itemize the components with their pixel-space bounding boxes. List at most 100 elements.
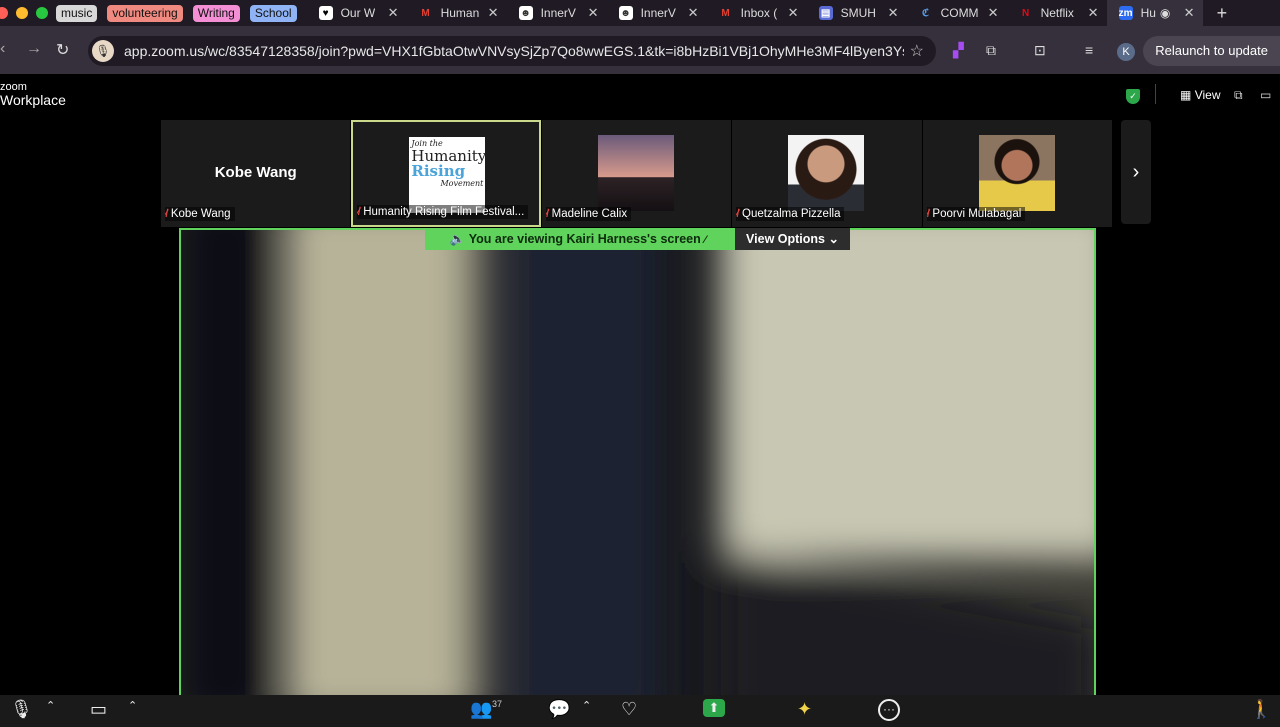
reload-icon[interactable]: ↻ (56, 40, 69, 60)
extension-icon[interactable]: ▞ (953, 42, 964, 59)
new-tab-button[interactable]: + (1217, 3, 1228, 24)
browser-tab[interactable]: M Human ✕ (407, 0, 507, 26)
participant-tile[interactable]: ⁄̸ Madeline Calix (541, 120, 732, 227)
close-window-button[interactable] (0, 7, 8, 19)
browser-tab[interactable]: ℭ COMM ✕ (907, 0, 1007, 26)
browser-tab[interactable]: ▤ SMUH ✕ (807, 0, 907, 26)
profile-avatar[interactable]: K (1117, 43, 1135, 61)
close-tab-icon[interactable]: ✕ (588, 5, 599, 21)
close-tab-icon[interactable]: ✕ (688, 5, 699, 21)
chat-icon[interactable]: 💬 (548, 699, 570, 720)
ai-companion-sparkle-icon[interactable]: ✦ (797, 699, 812, 720)
forms-icon: ▤ (818, 6, 833, 20)
grid-view-icon: ▦ (1180, 88, 1192, 102)
tab-group-chip[interactable]: music (56, 4, 98, 22)
reactions-heart-icon[interactable]: ♡ (621, 699, 637, 720)
picture-in-picture-icon[interactable]: ⧉ (1234, 88, 1243, 103)
security-shield-icon[interactable]: ✓ (1126, 89, 1140, 104)
participant-name: Quetzalma Pizzella (742, 208, 841, 220)
participant-name: Humanity Rising Film Festival... (363, 206, 525, 218)
participant-name: Madeline Calix (551, 208, 628, 220)
participant-label: ⁄̸ Quetzalma Pizzella (736, 207, 845, 221)
chevron-down-icon: ⌄ (828, 232, 839, 246)
leave-meeting-icon[interactable]: 🚶 (1250, 699, 1272, 720)
microphone-site-icon[interactable]: 🎙 (92, 40, 114, 62)
relaunch-button[interactable]: Relaunch to update (1143, 36, 1280, 66)
view-options-label: View Options (746, 232, 825, 246)
close-tab-icon[interactable]: ✕ (788, 5, 799, 21)
shared-screen (179, 228, 1096, 700)
forward-icon[interactable]: → (26, 40, 42, 58)
browser-tab[interactable]: M Inbox ( ✕ (707, 0, 807, 26)
tab-group-chip[interactable]: School (249, 4, 297, 22)
participant-tile[interactable]: ⁄̸ Poorvi Mulabagal (922, 120, 1112, 227)
close-tab-icon[interactable]: ✕ (488, 5, 499, 21)
video-options-caret-icon[interactable]: ⌃ (128, 699, 137, 712)
participant-label: ⁄̸ Kobe Wang (165, 207, 235, 221)
browser-tab[interactable]: zm Hu ◉ ✕ (1106, 0, 1203, 26)
close-tab-icon[interactable]: ✕ (388, 5, 399, 21)
logo-line: Rising (411, 162, 466, 180)
participant-thumbnail (597, 135, 674, 211)
share-screen-icon[interactable]: ⬆ (703, 699, 725, 717)
muted-mic-icon: ⁄̸ (165, 208, 167, 220)
browser-toolbar: ‹ → ↻ 🎙 app.zoom.us/wc/83547128358/join?… (0, 26, 1280, 74)
fullscreen-icon[interactable]: ▭ (1260, 88, 1271, 102)
browser-tab-title: Inbox ( (740, 6, 778, 20)
browser-tab-title: Our W (340, 6, 376, 20)
participant-label: ⁄̸ Poorvi Mulabagal (926, 207, 1026, 221)
microphone-icon[interactable]: 🎙 (10, 699, 33, 720)
gmail-icon: M (721, 7, 730, 19)
gmail-icon: M (421, 7, 430, 19)
browser-tab-title: COMM (940, 6, 979, 20)
innerv-icon: ☻ (618, 6, 633, 20)
muted-mic-icon: ⁄̸ (926, 208, 929, 220)
zoom-icon: zm (1118, 6, 1133, 20)
media-controls-icon[interactable]: ≡ (1085, 42, 1093, 58)
view-button[interactable]: ▦ View (1180, 88, 1220, 102)
back-icon[interactable]: ‹ (0, 40, 5, 58)
chat-options-caret-icon[interactable]: ⌃ (582, 699, 591, 712)
audio-options-caret-icon[interactable]: ⌃ (46, 699, 55, 712)
minimize-window-button[interactable] (16, 7, 28, 19)
close-tab-icon[interactable]: ✕ (1184, 5, 1195, 21)
browser-tab-title: InnerV (640, 6, 676, 20)
video-off-icon[interactable]: ▭ (90, 699, 107, 720)
participant-thumbnail (978, 135, 1055, 211)
browser-tab[interactable]: ☻ InnerV ✕ (607, 0, 707, 26)
browser-tab-title: Netflix (1040, 6, 1074, 20)
extensions-puzzle-icon[interactable]: ⧉ (986, 42, 996, 59)
header-divider (1155, 84, 1156, 104)
address-bar[interactable]: 🎙 app.zoom.us/wc/83547128358/join?pwd=VH… (88, 36, 936, 66)
bookmark-star-icon[interactable]: ☆ (910, 41, 924, 61)
browser-tab[interactable]: ☻ InnerV ✕ (507, 0, 607, 26)
screen-share-banner: 🔈 You are viewing Kairi Harness's screen… (425, 228, 735, 250)
muted-mic-icon: ⁄ (704, 234, 707, 246)
close-tab-icon[interactable]: ✕ (1088, 5, 1099, 21)
participants-count: 37 (492, 699, 503, 709)
participants-icon[interactable]: 👥 (470, 699, 492, 720)
participant-big-name: Kobe Wang (214, 164, 297, 181)
zoom-header: zoom Workplace ✓ ▦ View ⧉ ▭ (0, 74, 1280, 120)
browser-tab[interactable]: N Netflix ✕ (1007, 0, 1107, 26)
tab-group-chip[interactable]: volunteering (107, 4, 183, 22)
more-options-icon[interactable]: ··· (878, 699, 900, 721)
browser-tab-title: Human (440, 6, 479, 20)
maximize-window-button[interactable] (36, 7, 48, 19)
participant-tile[interactable]: Join the Humanity Rising Movement ⁄̸ Humanity… (351, 120, 541, 227)
tab-group-chip[interactable]: Writing (192, 4, 240, 22)
muted-mic-icon: ⁄̸ (736, 208, 739, 220)
view-options-button[interactable]: View Options ⌄ (735, 228, 850, 250)
participant-tile[interactable]: Kobe Wang ⁄̸ Kobe Wang (161, 120, 351, 227)
search-tabs-icon[interactable]: ⊡ (1034, 42, 1046, 59)
participant-label: ⁄̸ Humanity Rising Film Festival... (357, 205, 529, 219)
browser-tab[interactable]: ♥ Our W ✕ (307, 0, 407, 26)
shared-screen-content (181, 230, 1094, 698)
browser-tab-title: InnerV (540, 6, 576, 20)
close-tab-icon[interactable]: ✕ (888, 5, 899, 21)
close-tab-icon[interactable]: ✕ (988, 5, 999, 21)
participant-tile[interactable]: ⁄̸ Quetzalma Pizzella (732, 120, 922, 227)
muted-mic-icon: ⁄̸ (357, 206, 360, 218)
next-page-chevron-icon[interactable]: › (1121, 120, 1151, 224)
window-controls (0, 7, 56, 19)
